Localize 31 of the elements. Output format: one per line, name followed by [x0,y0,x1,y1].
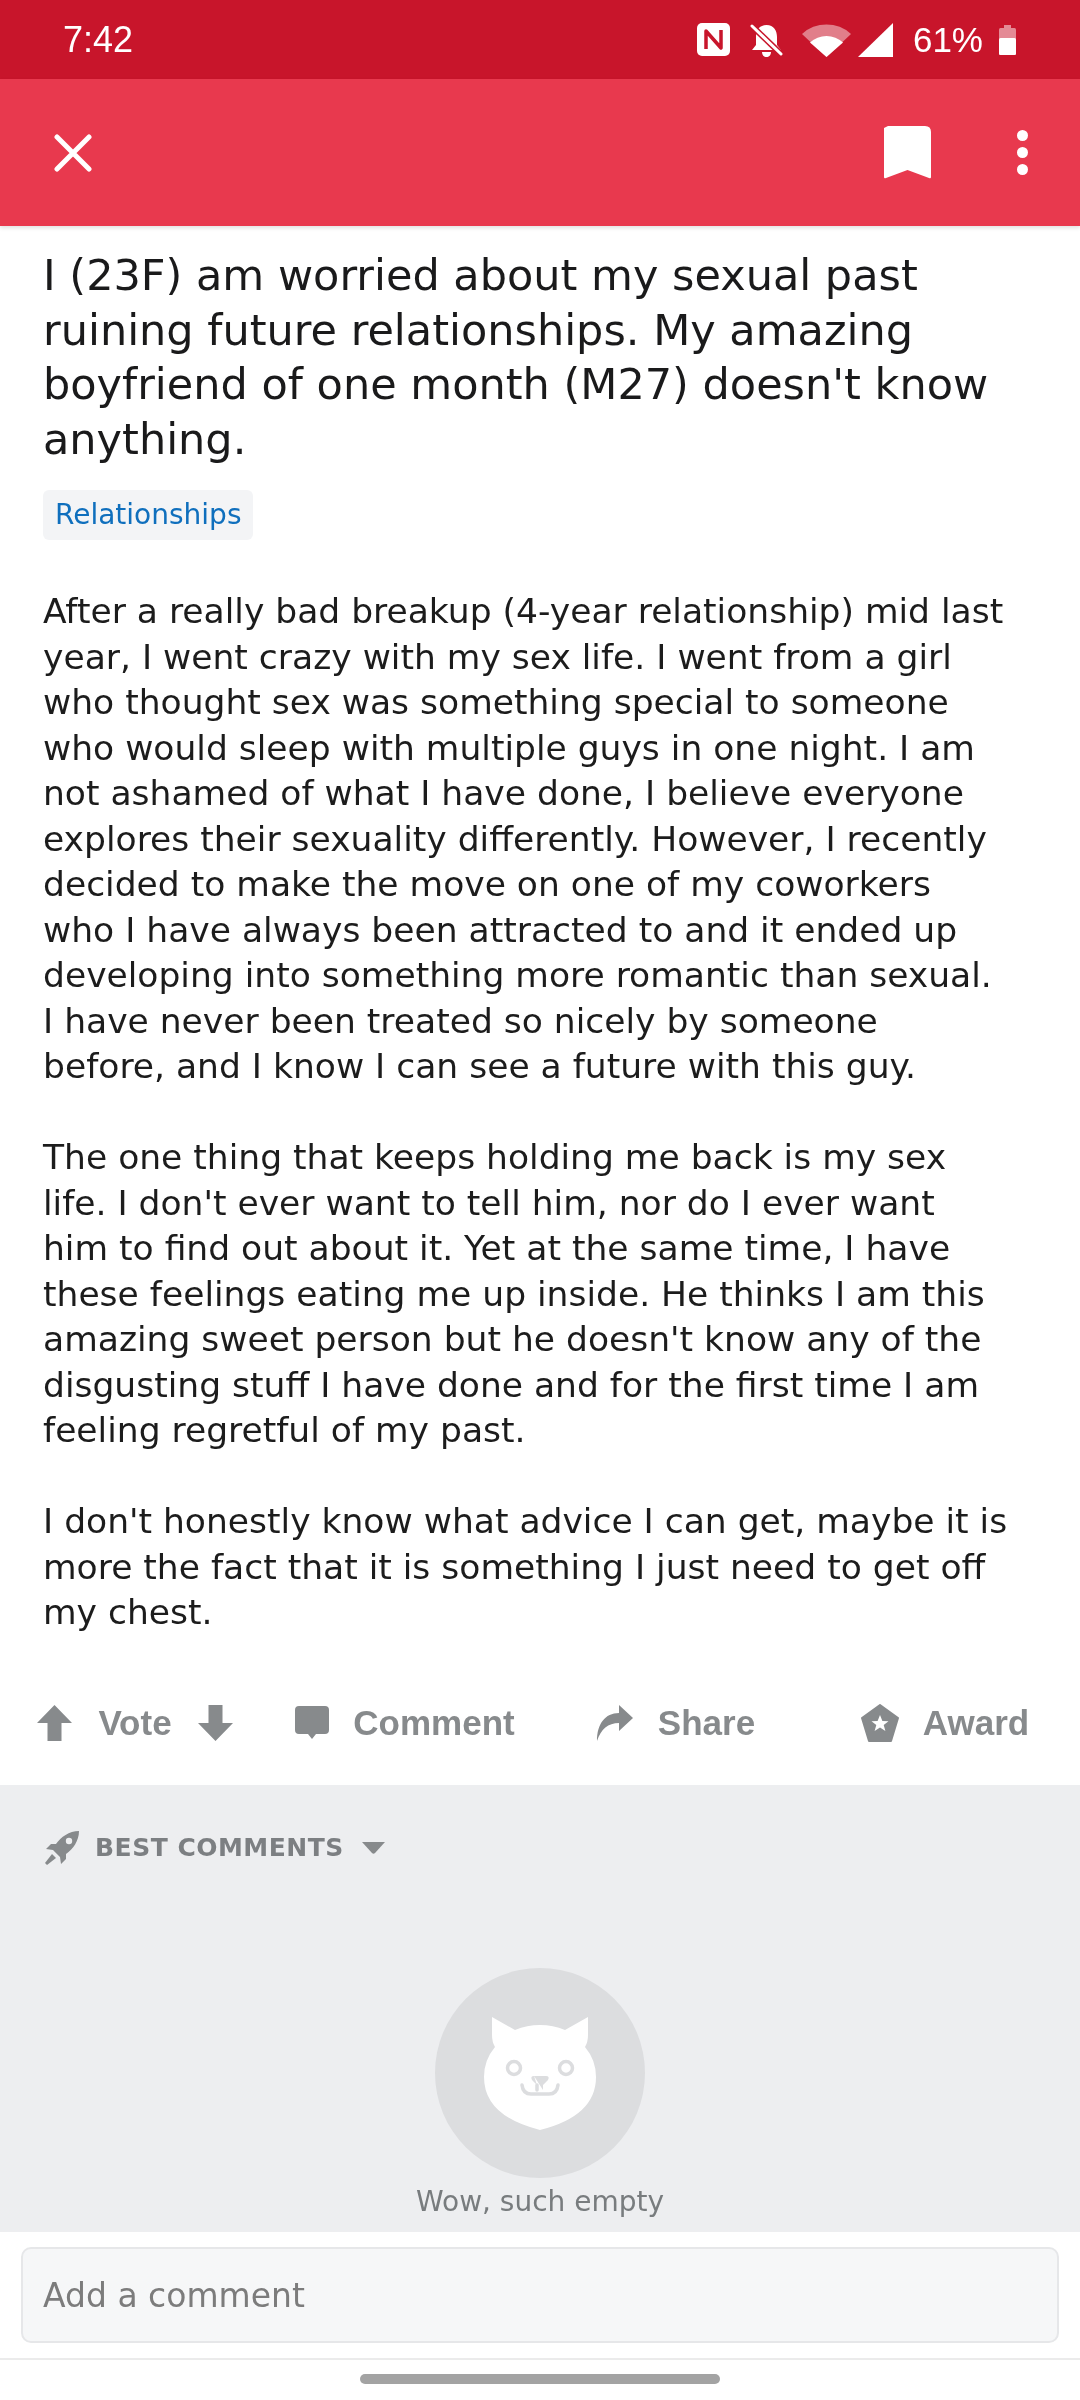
vote-label: Vote [98,1702,172,1743]
wifi-icon [801,22,851,57]
post-body-paragraph: After a really bad breakup (4-year relationship) mid last year, I went crazy with my sex life. I went from a girl who thought sex was something special to someone who would sleep with multiple guys in one night. I am not ashamed of what I have done, I believe everyone explores their sexuality differently. However, I recently decided to make the move on one of my coworkers who I have always been attracted to and it ended up developing into something more romantic than sexual. I have never been treated so nicely by someone before, and I know I can see a future with this guy. [43,590,1005,1088]
more-options-icon[interactable] [1017,130,1028,175]
post-body-paragraph: I don't honestly know what advice I can get, maybe it is more the fact that it is something I just need to get off my chest. [43,1500,1009,1634]
close-icon[interactable] [54,133,92,172]
battery-percent: 61% [912,19,983,60]
post-body-paragraph: The one thing that keeps holding me back is my sex life. I don't ever want to tell him, nor do I ever want him to find out about it. Yet at the same time, I have these feelings eating me up inside. He thinks I am this amazing sweet person but he doesn't know any of the disgusting stuff I have done and for the first time I am feeling regretful of my past. [43,1136,986,1452]
empty-cat-icon [435,1967,645,2178]
caret-down-icon [361,1841,385,1854]
comment-field[interactable]: Add a comment [21,2247,1059,2343]
upvote-arrow-icon[interactable] [37,1704,73,1741]
gesture-handle[interactable] [360,2374,720,2384]
share-arrow-icon [594,1703,634,1742]
flair-tag: Relationships [43,490,254,540]
signal-icon [857,22,893,57]
share-button[interactable]: Share [594,1702,756,1743]
comment-bubble-icon [295,1706,330,1739]
award-star-icon [860,1703,899,1742]
post-title: I (23F) am worried about my sexual past ruining future relationships. My amazing boyfriend of one month (M27) doesn't know anything. [43,249,990,466]
sort-dropdown[interactable]: BEST COMMENTS [43,1827,385,1868]
award-button[interactable]: Award [860,1702,1030,1743]
status-time: 7:42 [63,19,134,60]
downvote-arrow-icon[interactable] [197,1704,233,1741]
battery-icon [999,24,1016,55]
comment-button[interactable]: Comment [295,1702,515,1743]
empty-state-message: Wow, such empty [415,2183,665,2220]
nfc-icon [696,23,730,56]
notifications-off-icon [748,22,784,57]
rocket-icon [43,1828,81,1867]
bookmark-icon[interactable] [884,126,931,179]
